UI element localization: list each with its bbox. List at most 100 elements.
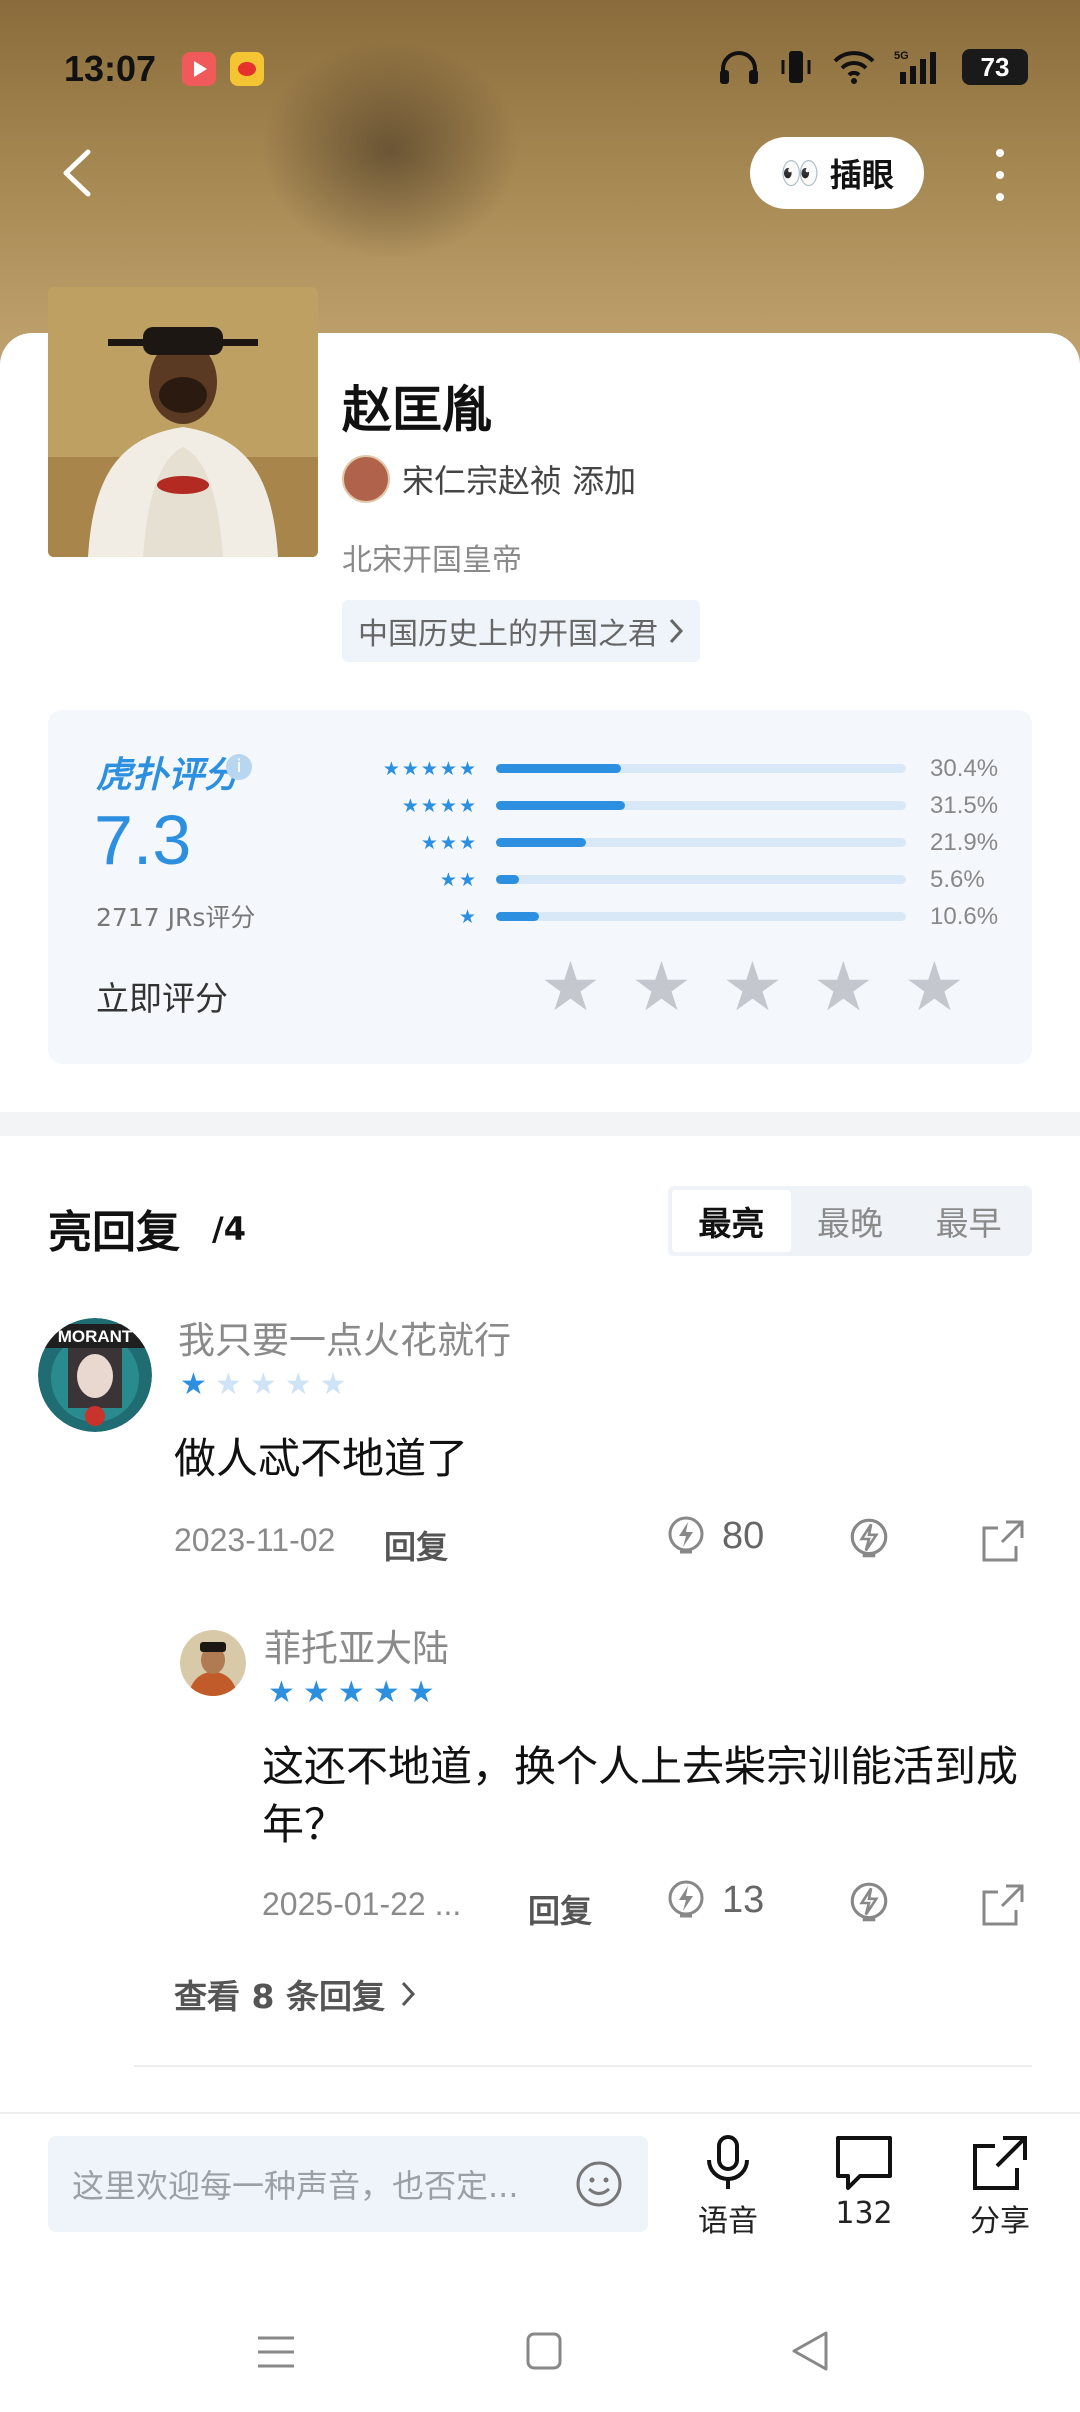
- light-up-button[interactable]: 80: [664, 1514, 764, 1558]
- rate-star-2-icon[interactable]: ★: [631, 954, 692, 1022]
- rating-panel: 虎扑评分 i 7.3 2717 JRs评分 立即评分 ★★★★★ 30.4% ★…: [48, 710, 1032, 1064]
- reply-date: 2025-01-22 ...: [262, 1886, 462, 1922]
- comments-button[interactable]: 132: [814, 2134, 914, 2231]
- star-filled-icon: ★: [268, 1675, 295, 1710]
- category-tag[interactable]: 中国历史上的开国之君: [342, 600, 700, 662]
- back-button[interactable]: [58, 148, 98, 198]
- sort-tab-brightest[interactable]: 最亮: [672, 1190, 791, 1252]
- share-comment-icon[interactable]: [980, 1518, 1026, 1564]
- svg-text:5G: 5G: [894, 50, 909, 62]
- distribution-row: ★★ 5.6%: [328, 861, 1008, 898]
- video-app-icon: [182, 52, 216, 86]
- wifi-icon: [833, 51, 875, 84]
- sort-tab-earliest[interactable]: 最早: [909, 1190, 1028, 1252]
- signal-icon: 5G: [894, 50, 936, 84]
- distribution-fill: [496, 838, 586, 847]
- distribution-percent: 31.5%: [930, 791, 999, 819]
- more-dot-icon: [996, 171, 1004, 179]
- avatar-image: [180, 1630, 246, 1696]
- rate-star-4-icon[interactable]: ★: [813, 954, 874, 1022]
- comment-content: 做人忒不地道了: [174, 1434, 469, 1483]
- menu-nav-icon[interactable]: [256, 2334, 296, 2370]
- rate-star-5-icon[interactable]: ★: [904, 954, 965, 1022]
- distribution-stars: ★: [458, 905, 478, 928]
- reply-rating-stars: ★ ★ ★ ★ ★: [268, 1678, 435, 1708]
- distribution-bar: [496, 764, 906, 773]
- battery-indicator: 73: [962, 49, 1028, 85]
- rate-star-1-icon[interactable]: ★: [540, 954, 601, 1022]
- more-dot-icon: [996, 193, 1004, 201]
- rating-score: 7.3: [94, 801, 192, 879]
- distribution-percent: 21.9%: [930, 828, 999, 856]
- star-filled-icon: ★: [407, 1675, 435, 1710]
- vibrate-icon: [781, 51, 811, 83]
- distribution-bar: [496, 838, 906, 847]
- distribution-percent: 30.4%: [930, 754, 999, 782]
- more-dot-icon: [996, 149, 1004, 157]
- category-tag-label: 中国历史上的开国之君: [358, 617, 658, 652]
- distribution-row: ★★★ 21.9%: [328, 824, 1008, 861]
- subject-portrait[interactable]: [48, 287, 318, 557]
- lightning-icon: [668, 1516, 704, 1554]
- star-filled-icon: ★: [337, 1675, 365, 1710]
- comment-input[interactable]: 这里欢迎每一种声音，也否定...: [48, 2136, 648, 2232]
- replies-count: /4: [212, 1210, 246, 1248]
- status-bar: 13:07 5G 73: [0, 0, 1080, 140]
- dislike-lightning-icon[interactable]: [846, 1880, 892, 1926]
- commenter-name[interactable]: 我只要一点火花就行: [178, 1310, 511, 1364]
- distribution-fill: [496, 801, 626, 810]
- rate-star-picker: ★ ★ ★ ★ ★: [540, 954, 965, 1022]
- home-nav-icon[interactable]: [526, 2332, 562, 2370]
- distribution-stars: ★★★: [420, 831, 478, 854]
- dislike-lightning-icon[interactable]: [846, 1516, 892, 1562]
- emoji-icon[interactable]: [574, 2159, 624, 2209]
- share-comment-icon[interactable]: [980, 1882, 1026, 1928]
- sort-tab-latest[interactable]: 最晚: [791, 1190, 910, 1252]
- info-icon[interactable]: i: [226, 754, 252, 780]
- star-empty-icon: ★: [214, 1367, 242, 1402]
- share-button[interactable]: 分享: [950, 2134, 1050, 2240]
- distribution-row: ★★★★★ 30.4%: [328, 750, 1008, 787]
- subject-name: 赵匡胤: [342, 381, 492, 439]
- distribution-stars: ★★★★★: [382, 757, 478, 780]
- adder-avatar: [342, 455, 390, 503]
- voice-label: 语音: [698, 2204, 758, 2239]
- comment-bubble-icon: [836, 2136, 892, 2190]
- reply-avatar[interactable]: [180, 1630, 246, 1696]
- voice-button[interactable]: 语音: [678, 2134, 778, 2240]
- reply-button[interactable]: 回复: [528, 1886, 592, 1932]
- status-time: 13:07: [64, 48, 157, 89]
- star-empty-icon: ★: [284, 1367, 312, 1402]
- bookmark-peek-button[interactable]: 👀 插眼: [750, 137, 924, 209]
- rate-star-3-icon[interactable]: ★: [722, 954, 783, 1022]
- rating-distribution: ★★★★★ 30.4% ★★★★ 31.5% ★★★ 21.9% ★★ 5.6%…: [328, 750, 1008, 935]
- distribution-bar: [496, 912, 906, 921]
- reply-user-name[interactable]: 菲托亚大陆: [264, 1618, 449, 1672]
- rate-now-label: 立即评分: [96, 979, 228, 1018]
- added-by-row[interactable]: 宋仁宗赵祯 添加: [342, 455, 636, 503]
- status-icons: 5G 73: [718, 48, 1028, 86]
- chevron-right-icon: [669, 618, 684, 644]
- bottom-action-bar: 这里欢迎每一种声音，也否定... 语音 132 分享: [0, 2112, 1080, 2242]
- distribution-bar: [496, 801, 906, 810]
- sort-tabs: 最亮 最晚 最早: [668, 1186, 1032, 1256]
- section-divider: [0, 1112, 1080, 1136]
- reply-button[interactable]: 回复: [384, 1522, 448, 1568]
- commenter-avatar[interactable]: MORANT: [38, 1318, 152, 1432]
- view-more-replies[interactable]: 查看 8 条回复: [174, 1970, 417, 2018]
- star-filled-icon: ★: [372, 1675, 400, 1710]
- light-count: 80: [722, 1514, 765, 1557]
- distribution-fill: [496, 764, 621, 773]
- system-nav-bar: [0, 2290, 1080, 2412]
- more-options-button[interactable]: [985, 145, 1015, 205]
- comment-date: 2023-11-02: [174, 1522, 336, 1558]
- share-icon: [973, 2136, 1027, 2190]
- light-up-button[interactable]: 13: [664, 1878, 764, 1922]
- microphone-icon: [707, 2135, 749, 2189]
- subject-subtitle: 北宋开国皇帝: [342, 543, 522, 578]
- eyes-icon: 👀: [780, 154, 820, 192]
- chevron-left-icon: [63, 149, 91, 197]
- portrait-image: [48, 287, 318, 557]
- back-nav-icon[interactable]: [790, 2330, 830, 2372]
- light-count: 13: [722, 1878, 765, 1921]
